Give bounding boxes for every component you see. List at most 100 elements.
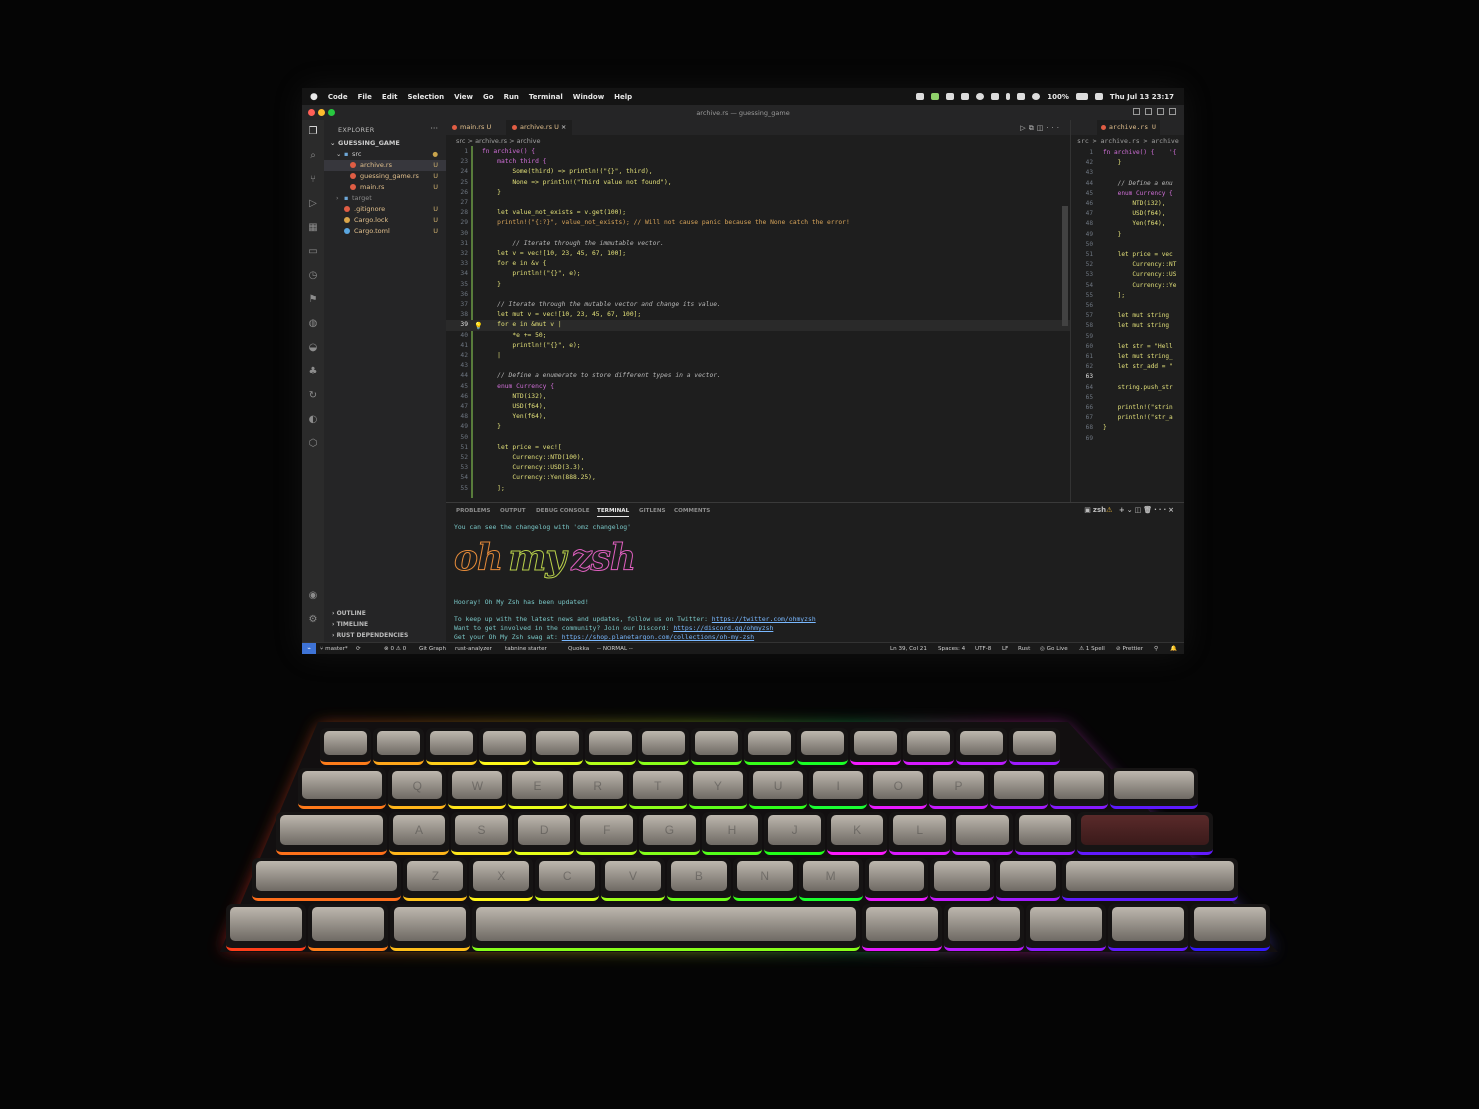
key[interactable]: [862, 904, 943, 951]
key-legend: Z: [431, 869, 440, 883]
key[interactable]: [1049, 768, 1108, 809]
key-x[interactable]: X: [469, 858, 534, 901]
keycap: [324, 731, 367, 755]
key[interactable]: [276, 812, 387, 855]
key[interactable]: [226, 904, 306, 951]
key-p[interactable]: P: [929, 768, 988, 809]
key-j[interactable]: J: [764, 812, 825, 855]
key[interactable]: [1190, 904, 1270, 951]
key-z[interactable]: Z: [403, 858, 468, 901]
key-c[interactable]: C: [535, 858, 600, 901]
key-legend: G: [664, 823, 675, 837]
keycap: [302, 771, 383, 799]
key[interactable]: [585, 728, 636, 765]
keycap: [1053, 771, 1104, 799]
key-e[interactable]: E: [508, 768, 567, 809]
keycap: Q: [392, 771, 443, 799]
key-i[interactable]: I: [809, 768, 868, 809]
key[interactable]: [1108, 904, 1189, 951]
keycap: R: [572, 771, 623, 799]
key-k[interactable]: K: [826, 812, 888, 855]
key[interactable]: [952, 812, 1013, 855]
key-m[interactable]: M: [798, 858, 863, 901]
key-w[interactable]: W: [448, 768, 507, 809]
key-legend: D: [539, 823, 549, 837]
key[interactable]: [320, 728, 371, 765]
key-legend: F: [603, 823, 611, 837]
keycap: [1194, 907, 1266, 941]
key-u[interactable]: U: [749, 768, 808, 809]
keycap: [948, 907, 1021, 941]
key-n[interactable]: N: [732, 858, 797, 901]
key[interactable]: [797, 728, 848, 765]
key-o[interactable]: O: [869, 768, 928, 809]
key-s[interactable]: S: [451, 812, 512, 855]
key[interactable]: [691, 728, 742, 765]
rgb-keyboard: Q W E R T Y U I O P A S D F G H J K L Z X C V B N M: [0, 0, 1479, 1109]
key-legend: X: [497, 869, 506, 883]
key[interactable]: [252, 858, 402, 901]
keycap: [956, 815, 1009, 845]
key-a[interactable]: A: [388, 812, 450, 855]
key[interactable]: [479, 728, 530, 765]
key-legend: O: [893, 779, 903, 793]
key-f[interactable]: F: [576, 812, 638, 855]
keycap: I: [813, 771, 864, 799]
key[interactable]: [996, 858, 1061, 901]
key-legend: T: [654, 779, 662, 793]
key[interactable]: [1109, 768, 1198, 809]
keycap: [430, 731, 473, 755]
keycap: C: [539, 861, 596, 891]
key[interactable]: [389, 904, 470, 951]
key-b[interactable]: B: [666, 858, 731, 901]
key-y[interactable]: Y: [688, 768, 747, 809]
keycap: H: [705, 815, 759, 845]
keycap: [695, 731, 738, 755]
key[interactable]: [307, 904, 388, 951]
keycap: J: [768, 815, 821, 845]
keycap: [1013, 731, 1056, 755]
key-legend: V: [629, 869, 638, 883]
key-g[interactable]: G: [639, 812, 700, 855]
keycap: [393, 907, 466, 941]
keycap: [475, 907, 857, 941]
key-h[interactable]: H: [701, 812, 763, 855]
key-legend: Q: [412, 779, 422, 793]
key[interactable]: [956, 728, 1007, 765]
key[interactable]: [944, 904, 1025, 951]
keycap: M: [802, 861, 859, 891]
key[interactable]: [1026, 904, 1107, 951]
keycap: T: [632, 771, 683, 799]
key[interactable]: [1077, 812, 1213, 855]
key[interactable]: [638, 728, 689, 765]
key-legend: R: [593, 779, 602, 793]
keycap: O: [873, 771, 924, 799]
key-d[interactable]: D: [513, 812, 575, 855]
key[interactable]: [989, 768, 1048, 809]
key[interactable]: [903, 728, 954, 765]
key-legend: N: [760, 869, 770, 883]
key[interactable]: [744, 728, 795, 765]
key-legend: H: [727, 823, 737, 837]
key[interactable]: [864, 858, 929, 901]
key-t[interactable]: T: [628, 768, 687, 809]
key-q[interactable]: Q: [388, 768, 447, 809]
keycap: [866, 907, 939, 941]
keycap: E: [512, 771, 563, 799]
key-v[interactable]: V: [601, 858, 665, 901]
key[interactable]: [850, 728, 901, 765]
key[interactable]: [1009, 728, 1060, 765]
key[interactable]: [1014, 812, 1076, 855]
key[interactable]: [373, 728, 424, 765]
key[interactable]: [532, 728, 583, 765]
key-l[interactable]: L: [889, 812, 951, 855]
keycap: D: [517, 815, 571, 845]
key[interactable]: [426, 728, 477, 765]
key[interactable]: [930, 858, 995, 901]
keycap: [1018, 815, 1072, 845]
key[interactable]: [1062, 858, 1238, 901]
key[interactable]: [298, 768, 387, 809]
key-r[interactable]: R: [568, 768, 627, 809]
key-space[interactable]: [471, 904, 861, 951]
key-legend: J: [791, 823, 798, 837]
